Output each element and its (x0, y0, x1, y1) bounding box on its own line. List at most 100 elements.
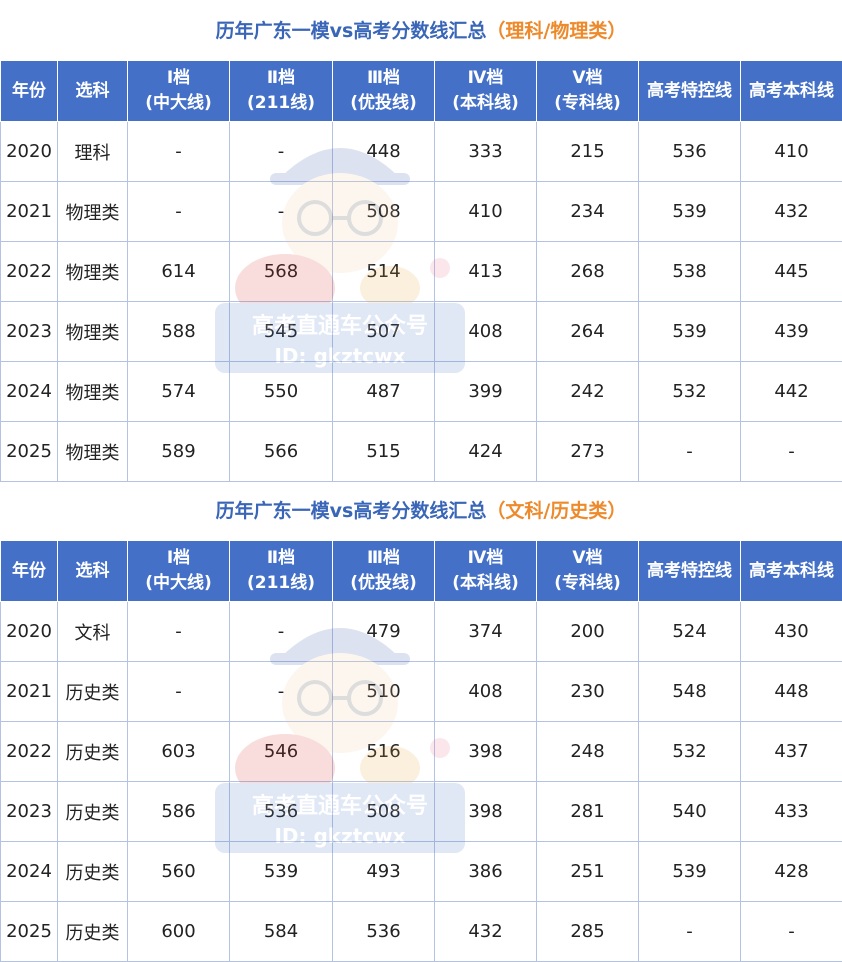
cell-tier-1: 603 (128, 722, 230, 782)
cell-tier-5: 268 (537, 242, 639, 302)
header-tier-2: Ⅱ档(211线) (230, 61, 333, 122)
cell-undergrad-line: 439 (741, 302, 842, 362)
cell-undergrad-line: 448 (741, 662, 842, 722)
table-header: 年份 选科 Ⅰ档(中大线) Ⅱ档(211线) Ⅲ档(优投线) Ⅳ档(本科线) Ⅴ… (1, 61, 842, 122)
table-row: 2021 物理类 - - 508 410 234 539 432 (1, 182, 842, 242)
cell-tier-1: - (128, 122, 230, 182)
cell-tier-5: 230 (537, 662, 639, 722)
cell-tier-4: 398 (435, 722, 537, 782)
cell-tier-3: 507 (333, 302, 435, 362)
cell-year: 2020 (1, 602, 58, 662)
cell-tier-1: 574 (128, 362, 230, 422)
cell-special-line: 538 (639, 242, 741, 302)
table-row: 2021 历史类 - - 510 408 230 548 448 (1, 662, 842, 722)
cell-tier-5: 264 (537, 302, 639, 362)
table-row: 2020 文科 - - 479 374 200 524 430 (1, 602, 842, 662)
cell-tier-5: 273 (537, 422, 639, 482)
cell-tier-3: 510 (333, 662, 435, 722)
cell-tier-5: 242 (537, 362, 639, 422)
cell-tier-4: 424 (435, 422, 537, 482)
cell-year: 2024 (1, 362, 58, 422)
cell-tier-2: 539 (230, 842, 333, 902)
cell-subject: 理科 (58, 122, 128, 182)
cell-undergrad-line: - (741, 902, 842, 962)
cell-tier-5: 248 (537, 722, 639, 782)
title-accent: （文科/历史类） (486, 500, 626, 522)
header-undergrad-line: 高考本科线 (741, 541, 842, 602)
header-tier-2: Ⅱ档(211线) (230, 541, 333, 602)
cell-subject: 物理类 (58, 422, 128, 482)
cell-subject: 文科 (58, 602, 128, 662)
header-tier-3: Ⅲ档(优投线) (333, 541, 435, 602)
header-row: 年份 选科 Ⅰ档(中大线) Ⅱ档(211线) Ⅲ档(优投线) Ⅳ档(本科线) Ⅴ… (1, 61, 842, 122)
cell-year: 2020 (1, 122, 58, 182)
cell-tier-1: 588 (128, 302, 230, 362)
table-header: 年份 选科 Ⅰ档(中大线) Ⅱ档(211线) Ⅲ档(优投线) Ⅳ档(本科线) Ⅴ… (1, 541, 842, 602)
title-main: 历年广东一模vs高考分数线汇总 (216, 500, 487, 522)
cell-tier-1: 600 (128, 902, 230, 962)
cell-subject: 物理类 (58, 362, 128, 422)
cell-tier-1: 589 (128, 422, 230, 482)
cell-subject: 历史类 (58, 662, 128, 722)
cell-tier-3: 487 (333, 362, 435, 422)
cell-tier-4: 432 (435, 902, 537, 962)
score-section-science: 历年广东一模vs高考分数线汇总（理科/物理类） 年份 选科 Ⅰ档(中大线) Ⅱ档… (0, 0, 842, 482)
header-tier-1: Ⅰ档(中大线) (128, 61, 230, 122)
cell-undergrad-line: - (741, 422, 842, 482)
cell-tier-2: 584 (230, 902, 333, 962)
cell-subject: 历史类 (58, 842, 128, 902)
cell-tier-2: 568 (230, 242, 333, 302)
table-row: 2022 历史类 603 546 516 398 248 532 437 (1, 722, 842, 782)
cell-tier-4: 374 (435, 602, 537, 662)
cell-tier-3: 514 (333, 242, 435, 302)
cell-tier-5: 234 (537, 182, 639, 242)
table-row: 2024 历史类 560 539 493 386 251 539 428 (1, 842, 842, 902)
cell-subject: 物理类 (58, 182, 128, 242)
cell-undergrad-line: 442 (741, 362, 842, 422)
cell-special-line: - (639, 422, 741, 482)
cell-special-line: 536 (639, 122, 741, 182)
cell-tier-2: - (230, 182, 333, 242)
cell-tier-4: 399 (435, 362, 537, 422)
table-row: 2020 理科 - - 448 333 215 536 410 (1, 122, 842, 182)
cell-tier-2: 545 (230, 302, 333, 362)
score-section-humanities: 历年广东一模vs高考分数线汇总（文科/历史类） 年份 选科 Ⅰ档(中大线) Ⅱ档… (0, 480, 842, 962)
cell-tier-1: 614 (128, 242, 230, 302)
score-table-humanities: 年份 选科 Ⅰ档(中大线) Ⅱ档(211线) Ⅲ档(优投线) Ⅳ档(本科线) Ⅴ… (0, 540, 842, 962)
cell-special-line: 539 (639, 842, 741, 902)
cell-subject: 历史类 (58, 722, 128, 782)
cell-tier-4: 333 (435, 122, 537, 182)
cell-special-line: 532 (639, 722, 741, 782)
cell-tier-5: 215 (537, 122, 639, 182)
cell-tier-2: 536 (230, 782, 333, 842)
section-title: 历年广东一模vs高考分数线汇总（理科/物理类） (0, 0, 842, 60)
cell-tier-5: 285 (537, 902, 639, 962)
header-tier-5: Ⅴ档(专科线) (537, 61, 639, 122)
cell-tier-3: 508 (333, 782, 435, 842)
cell-tier-1: 586 (128, 782, 230, 842)
cell-year: 2021 (1, 182, 58, 242)
cell-subject: 物理类 (58, 302, 128, 362)
header-tier-4: Ⅳ档(本科线) (435, 541, 537, 602)
header-row: 年份 选科 Ⅰ档(中大线) Ⅱ档(211线) Ⅲ档(优投线) Ⅳ档(本科线) Ⅴ… (1, 541, 842, 602)
header-tier-4: Ⅳ档(本科线) (435, 61, 537, 122)
section-title: 历年广东一模vs高考分数线汇总（文科/历史类） (0, 480, 842, 540)
cell-tier-1: - (128, 662, 230, 722)
header-special-line: 高考特控线 (639, 541, 741, 602)
cell-special-line: 540 (639, 782, 741, 842)
cell-special-line: - (639, 902, 741, 962)
cell-undergrad-line: 428 (741, 842, 842, 902)
table-row: 2023 物理类 588 545 507 408 264 539 439 (1, 302, 842, 362)
cell-year: 2025 (1, 902, 58, 962)
cell-tier-2: - (230, 662, 333, 722)
cell-special-line: 548 (639, 662, 741, 722)
cell-tier-3: 479 (333, 602, 435, 662)
cell-tier-4: 408 (435, 302, 537, 362)
cell-year: 2024 (1, 842, 58, 902)
header-tier-5: Ⅴ档(专科线) (537, 541, 639, 602)
cell-undergrad-line: 410 (741, 122, 842, 182)
cell-tier-3: 448 (333, 122, 435, 182)
title-accent: （理科/物理类） (486, 20, 626, 42)
cell-tier-1: - (128, 602, 230, 662)
cell-undergrad-line: 437 (741, 722, 842, 782)
